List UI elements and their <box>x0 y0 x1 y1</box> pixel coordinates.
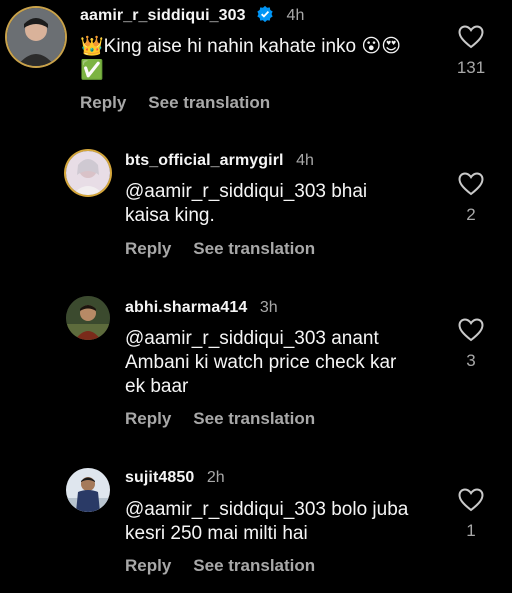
reply-button[interactable]: Reply <box>125 409 171 429</box>
comment-actions: Reply See translation <box>125 556 315 576</box>
comment-header: sujit4850 2h <box>125 469 225 487</box>
comment-text-line: ek baar <box>125 376 189 397</box>
comment-text: 👑King aise hi nahin kahate inko 😮😍 ✅ <box>80 35 401 83</box>
heart-outline-icon[interactable] <box>458 25 484 49</box>
like-count: 131 <box>456 58 486 77</box>
comment-text-line: @aamir_r_siddiqui_303 bolo juba <box>125 499 409 520</box>
avatar[interactable] <box>7 8 65 66</box>
comment-time: 4h <box>286 7 305 24</box>
avatar[interactable] <box>66 468 110 512</box>
like-count: 1 <box>466 521 476 540</box>
username[interactable]: sujit4850 <box>125 469 194 486</box>
comment-text: @aamir_r_siddiqui_303 bhai kaisa king. <box>125 180 367 228</box>
reply-button[interactable]: Reply <box>125 556 171 576</box>
heart-outline-icon[interactable] <box>458 172 484 196</box>
like-count: 2 <box>466 205 476 224</box>
comment-actions: Reply See translation <box>80 93 270 113</box>
comment-text-line: Ambani ki watch price check kar <box>125 352 397 373</box>
comment-header: bts_official_armygirl 4h <box>125 152 314 170</box>
comment-time: 4h <box>296 152 314 169</box>
see-translation-button[interactable]: See translation <box>193 239 315 259</box>
comment-text-line: kesri 250 mai milti hai <box>125 523 308 544</box>
heart-outline-icon[interactable] <box>458 318 484 342</box>
heart-outline-icon[interactable] <box>458 488 484 512</box>
comment-item: bts_official_armygirl 4h @aamir_r_siddiq… <box>0 140 512 270</box>
username[interactable]: aamir_r_siddiqui_303 <box>80 7 246 24</box>
avatar[interactable] <box>66 151 110 195</box>
username[interactable]: bts_official_armygirl <box>125 152 284 169</box>
see-translation-button[interactable]: See translation <box>193 556 315 576</box>
comment-time: 2h <box>206 469 225 486</box>
see-translation-button[interactable]: See translation <box>193 409 315 429</box>
comment-text-line: @aamir_r_siddiqui_303 anant <box>125 328 379 349</box>
comment-header: aamir_r_siddiqui_303 4h <box>80 5 304 25</box>
comment-text-line: 👑King aise hi nahin kahate inko 😮😍 <box>80 36 402 57</box>
comment-item: abhi.sharma414 3h @aamir_r_siddiqui_303 … <box>0 288 512 438</box>
verified-badge-icon <box>256 5 274 23</box>
comment-text: @aamir_r_siddiqui_303 bolo juba kesri 25… <box>125 498 408 546</box>
comment-text: @aamir_r_siddiqui_303 anant Ambani ki wa… <box>125 327 396 399</box>
reply-button[interactable]: Reply <box>125 239 171 259</box>
comment-text-line: @aamir_r_siddiqui_303 bhai <box>125 181 368 202</box>
avatar[interactable] <box>66 296 110 340</box>
comment-item: sujit4850 2h @aamir_r_siddiqui_303 bolo … <box>0 458 512 593</box>
like-count: 3 <box>466 351 476 370</box>
comment-text-line: ✅ <box>80 60 104 81</box>
comment-actions: Reply See translation <box>125 239 315 259</box>
comment-time: 3h <box>259 299 278 316</box>
reply-button[interactable]: Reply <box>80 93 126 113</box>
comment-item: aamir_r_siddiqui_303 4h 👑King aise hi na… <box>0 0 512 125</box>
comment-text-line: kaisa king. <box>125 205 215 226</box>
see-translation-button[interactable]: See translation <box>148 93 270 113</box>
comment-header: abhi.sharma414 3h <box>125 299 278 317</box>
username[interactable]: abhi.sharma414 <box>125 299 247 316</box>
comment-actions: Reply See translation <box>125 409 315 429</box>
